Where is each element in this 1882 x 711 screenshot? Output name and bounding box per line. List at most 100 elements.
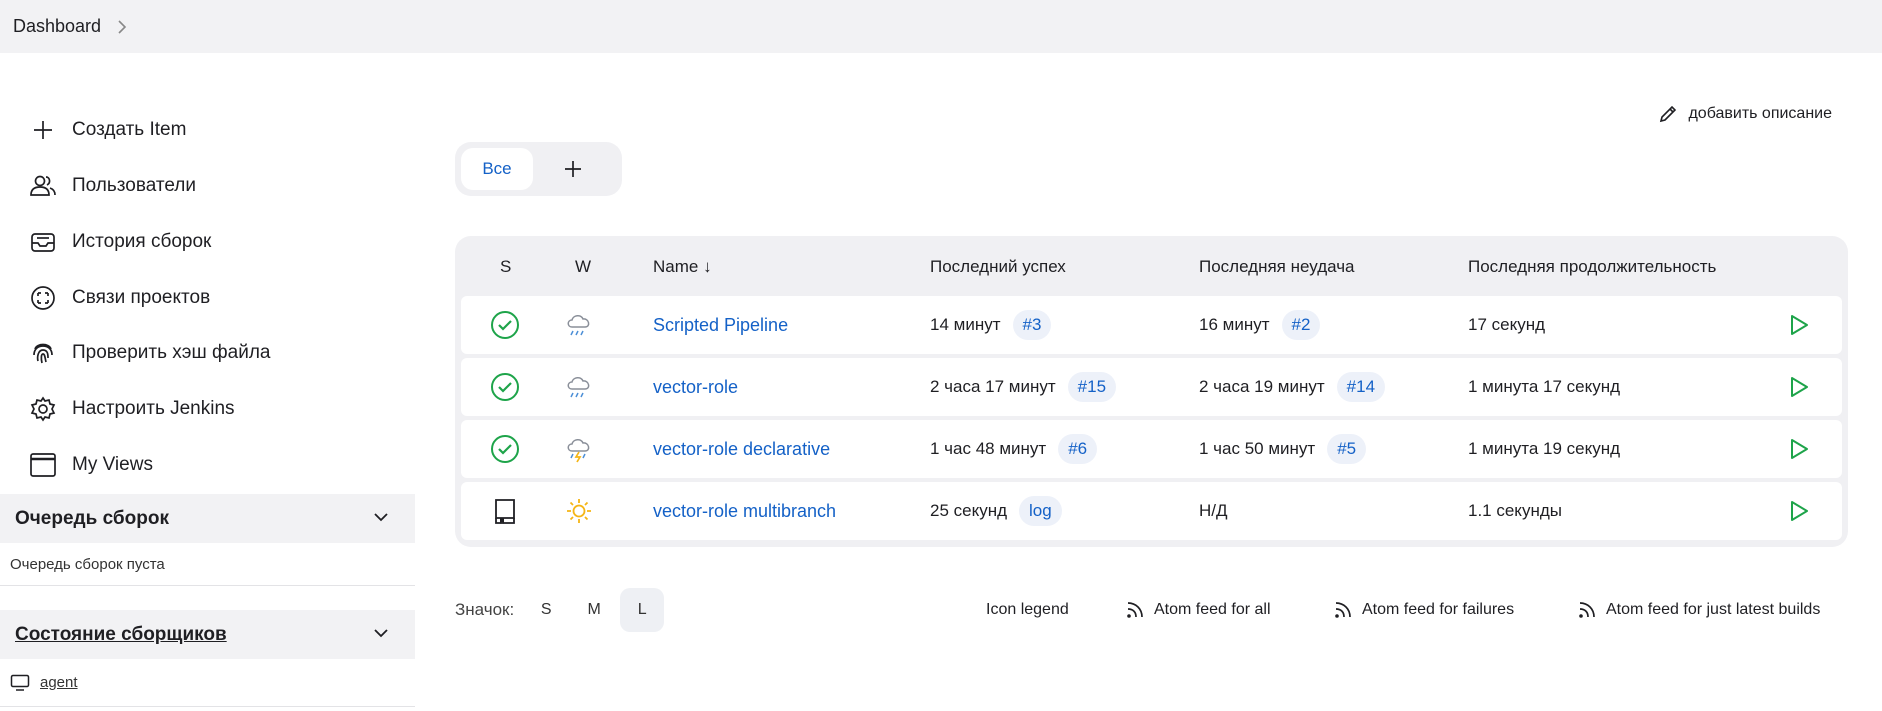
build-badge[interactable]: #5 (1327, 434, 1367, 464)
jobs-table: S W Name ↓ Последний успех Последняя неу… (455, 236, 1848, 547)
table-row: vector-role 2 часа 17 минут #15 2 часа 1… (461, 358, 1842, 416)
sidebar-item-new-item[interactable]: Создать Item (28, 110, 186, 150)
feed-latest-label: Atom feed for just latest builds (1606, 601, 1821, 618)
icon-size-l-button[interactable]: L (620, 588, 665, 632)
sidebar-item-label: Проверить хэш файла (72, 342, 271, 363)
executors-header[interactable]: Состояние сборщиков (0, 610, 415, 659)
sidebar-item-manage-jenkins[interactable]: Настроить Jenkins (28, 389, 235, 429)
weather-sunny-icon (564, 482, 594, 540)
icon-size-s-button[interactable]: S (524, 588, 568, 632)
build-queue-title: Очередь сборок (15, 507, 169, 529)
table-row: Scripted Pipeline 14 минут #3 16 минут #… (461, 296, 1842, 354)
executors-body: agent (0, 659, 415, 707)
last-success-time: 25 секунд (930, 501, 1008, 520)
sidebar-item-label: Настроить Jenkins (72, 398, 235, 419)
weather-storm-icon (564, 420, 594, 478)
sidebar-item-label: История сборок (72, 231, 212, 252)
log-badge[interactable]: log (1019, 496, 1062, 526)
chevron-down-icon[interactable] (373, 509, 389, 531)
executors-title[interactable]: Состояние сборщиков (15, 624, 227, 646)
plus-icon (563, 159, 583, 179)
sidebar-item-users[interactable]: Пользователи (28, 166, 196, 206)
last-duration: 17 секунд (1468, 315, 1546, 334)
icon-legend-label: Icon legend (986, 601, 1069, 618)
gear-icon (28, 394, 58, 424)
weather-rain-icon (564, 296, 594, 354)
column-header-status[interactable]: S (500, 257, 511, 277)
success-status-icon (490, 296, 520, 354)
breadcrumb: Dashboard (0, 0, 1882, 53)
build-badge[interactable]: #6 (1058, 434, 1098, 464)
sidebar-item-label: Пользователи (72, 175, 197, 196)
column-header-last-success[interactable]: Последний успех (930, 257, 1066, 277)
column-header-weather[interactable]: W (575, 257, 591, 277)
tab-all[interactable]: Все (461, 148, 533, 190)
build-badge[interactable]: #14 (1336, 372, 1386, 402)
build-badge[interactable]: #2 (1281, 310, 1321, 340)
schedule-build-play-icon[interactable] (1787, 482, 1811, 540)
feed-failures-link[interactable]: Atom feed for failures (1333, 588, 1514, 632)
rss-icon (1577, 600, 1606, 620)
column-header-last-failure[interactable]: Последняя неудача (1199, 257, 1355, 277)
schedule-build-play-icon[interactable] (1787, 420, 1811, 478)
last-failure-time: 2 часа 19 минут (1199, 377, 1325, 396)
fingerprint-icon (28, 338, 58, 368)
table-row: vector-role multibranch 25 секунд log Н/… (461, 482, 1842, 540)
success-status-icon (490, 358, 520, 416)
chevron-down-icon[interactable] (373, 625, 389, 647)
table-footer: Значок: S M L Icon legend Atom feed for … (455, 588, 1848, 632)
icon-size-selector: Значок: S M L (455, 588, 665, 632)
users-icon (28, 171, 58, 201)
job-link[interactable]: vector-role multibranch (653, 501, 836, 522)
icon-size-m-button[interactable]: M (572, 588, 616, 632)
build-badge[interactable]: #3 (1012, 310, 1052, 340)
add-description-link[interactable]: добавить описание (1658, 104, 1832, 124)
job-link[interactable]: vector-role declarative (653, 439, 830, 460)
feed-all-label: Atom feed for all (1154, 601, 1271, 618)
feed-latest-link[interactable]: Atom feed for just latest builds (1577, 588, 1820, 632)
sidebar-item-my-views[interactable]: My Views (28, 445, 153, 485)
sidebar-item-label: My Views (72, 454, 153, 475)
column-header-name[interactable]: Name ↓ (653, 257, 712, 277)
sidebar-item-project-relationships[interactable]: Связи проектов (28, 278, 210, 318)
sidebar-item-fingerprint[interactable]: Проверить хэш файла (28, 333, 270, 373)
pencil-icon (1658, 104, 1688, 124)
feed-all-link[interactable]: Atom feed for all (1125, 588, 1271, 632)
view-tabs: Все (455, 142, 622, 196)
last-success-time: 1 час 48 минут (930, 439, 1047, 458)
table-row: vector-role declarative 1 час 48 минут #… (461, 420, 1842, 478)
sidebar-item-build-history[interactable]: История сборок (28, 222, 211, 262)
plus-icon (28, 115, 58, 145)
chevron-right-icon[interactable] (116, 19, 128, 34)
column-header-last-duration[interactable]: Последняя продолжительность (1468, 257, 1716, 277)
success-status-icon (490, 420, 520, 478)
last-duration: 1 минута 19 секунд (1468, 439, 1621, 458)
schedule-build-play-icon[interactable] (1787, 296, 1811, 354)
icon-legend-link[interactable]: Icon legend (986, 588, 1069, 632)
feed-failures-label: Atom feed for failures (1362, 601, 1515, 618)
weather-rain-icon (564, 358, 594, 416)
job-link[interactable]: Scripted Pipeline (653, 315, 788, 336)
build-queue-header[interactable]: Очередь сборок (0, 494, 415, 543)
build-queue-empty: Очередь сборок пуста (10, 555, 165, 573)
computer-icon (10, 674, 30, 692)
rss-icon (1125, 600, 1154, 620)
window-icon (28, 450, 58, 480)
last-failure-time: Н/Д (1199, 501, 1228, 520)
build-queue-body: Очередь сборок пуста (0, 543, 415, 586)
inbox-icon (28, 227, 58, 257)
job-link[interactable]: vector-role (653, 377, 738, 398)
last-failure-time: 1 час 50 минут (1199, 439, 1316, 458)
sidebar-item-label: Связи проектов (72, 287, 211, 308)
build-badge[interactable]: #15 (1067, 372, 1117, 402)
new-view-button[interactable] (533, 148, 613, 190)
tab-all-label: Все (482, 159, 512, 178)
agent-link[interactable]: agent (40, 674, 78, 691)
last-duration: 1 минута 17 секунд (1468, 377, 1621, 396)
multibranch-status-icon (490, 482, 520, 540)
schedule-build-play-icon[interactable] (1787, 358, 1811, 416)
icon-size-label: Значок: (455, 600, 515, 619)
last-duration: 1.1 секунды (1468, 501, 1562, 520)
breadcrumb-dashboard[interactable]: Dashboard (13, 16, 101, 37)
last-success-time: 2 часа 17 минут (930, 377, 1056, 396)
